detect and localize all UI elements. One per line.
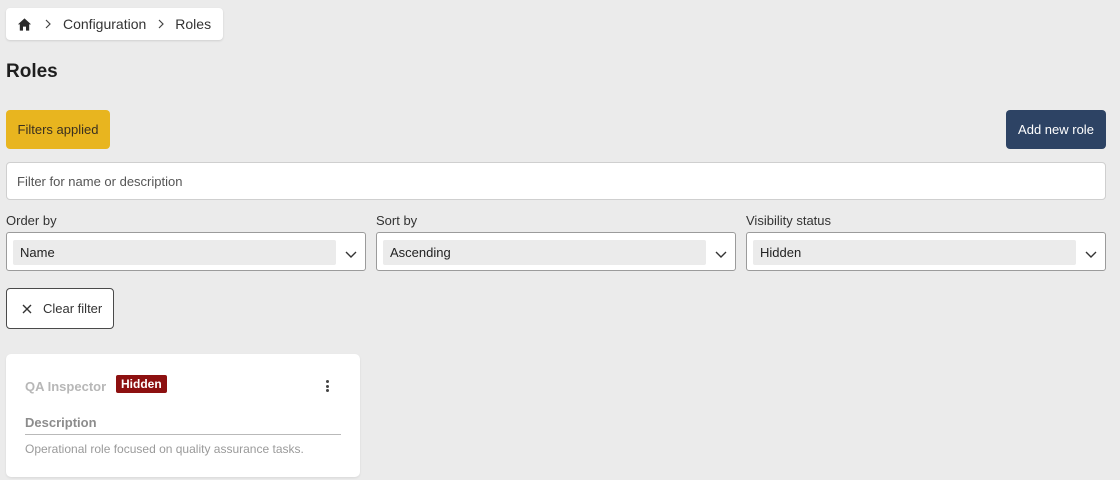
visibility-status-label: Visibility status <box>746 213 832 228</box>
chevron-right-icon <box>157 19 165 29</box>
order-by-select[interactable]: Name <box>6 232 366 271</box>
status-badge: Hidden <box>116 375 167 393</box>
visibility-status-value: Hidden <box>753 240 1076 265</box>
chevron-down-icon <box>345 247 357 258</box>
breadcrumb-item-roles: Roles <box>175 16 212 32</box>
close-icon <box>22 304 32 314</box>
home-icon[interactable] <box>17 17 32 32</box>
breadcrumb-item-configuration[interactable]: Configuration <box>63 16 146 32</box>
visibility-status-select[interactable]: Hidden <box>746 232 1106 271</box>
breadcrumb: Configuration Roles <box>6 8 224 40</box>
chevron-right-icon <box>44 19 52 29</box>
clear-filter-button[interactable]: Clear filter <box>6 288 114 329</box>
sort-by-label: Sort by <box>376 213 418 228</box>
role-card[interactable]: QA Inspector Hidden Description Operatio… <box>6 354 360 477</box>
description-label: Description <box>25 415 97 430</box>
clear-filter-label: Clear filter <box>43 301 103 316</box>
divider <box>25 434 341 435</box>
filters-applied-button[interactable]: Filters applied <box>6 110 110 149</box>
add-new-role-button[interactable]: Add new role <box>1006 110 1106 149</box>
role-description: Operational role focused on quality assu… <box>25 442 304 456</box>
chevron-down-icon <box>1085 247 1097 258</box>
page: Configuration Roles Roles Filters applie… <box>0 0 1120 480</box>
search-input[interactable] <box>6 162 1106 200</box>
sort-by-select[interactable]: Ascending <box>376 232 736 271</box>
order-by-value: Name <box>13 240 336 265</box>
role-name: QA Inspector <box>25 379 107 394</box>
page-title: Roles <box>6 61 58 82</box>
order-by-label: Order by <box>6 213 57 228</box>
more-options-icon[interactable] <box>323 379 331 393</box>
sort-by-value: Ascending <box>383 240 706 265</box>
chevron-down-icon <box>715 247 727 258</box>
